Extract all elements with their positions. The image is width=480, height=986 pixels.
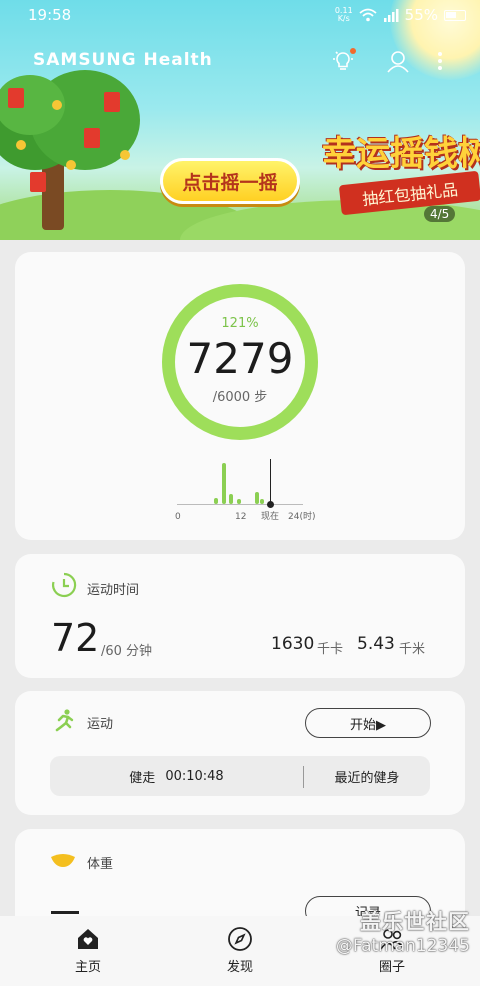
steps-percent: 121% [221, 316, 259, 331]
red-envelope-icon [84, 128, 100, 148]
scale-icon [51, 854, 75, 867]
last-workout-summary[interactable]: 健走 00:10:48 [50, 756, 303, 796]
watermark: 盖乐世社区 @Fatman12345 [300, 906, 470, 956]
hourly-step-bar [221, 463, 226, 504]
battery-percent: 55% [404, 6, 438, 24]
nav-item-home[interactable]: 主页 [38, 926, 138, 982]
promo-banner[interactable]: 点击摇一摇 幸运摇钱树 抽红包抽礼品 4/5 19:58 0.11 K/s 55… [0, 0, 480, 240]
hourly-steps-chart: 0 12 现在 24(时) [175, 452, 325, 532]
red-envelope-icon [30, 172, 46, 192]
last-workout-duration: 00:10:48 [165, 768, 224, 784]
workout-label: 运动 [87, 717, 114, 732]
now-marker-line [270, 459, 271, 505]
exercise-goal: /60 分钟 [101, 644, 153, 659]
calories-unit: 千卡 [317, 642, 344, 657]
hourly-step-bar [229, 494, 234, 504]
status-icons: 0.11 K/s 55% [335, 6, 466, 24]
notification-dot [350, 48, 356, 54]
exercise-time-card[interactable]: 运动时间 72 /60 分钟 1630 千卡 5.43 千米 [15, 554, 465, 678]
hourly-step-bar [213, 498, 218, 504]
last-workout-activity: 健走 [129, 770, 156, 786]
hourly-step-bar [255, 492, 260, 504]
clock-icon [51, 572, 77, 598]
network-speed-unit: K/s [337, 14, 350, 23]
tick-label-end: 24(时) [288, 512, 316, 522]
weight-label: 体重 [87, 857, 114, 872]
exercise-time-label: 运动时间 [87, 583, 140, 598]
calories-value: 1630 [271, 634, 315, 654]
wifi-icon [359, 8, 377, 22]
status-bar: 19:58 0.11 K/s 55% [0, 0, 480, 30]
weight-value-placeholder [51, 911, 79, 915]
coin-icon [66, 160, 76, 170]
shake-button[interactable]: 点击摇一摇 [160, 158, 300, 204]
coin-icon [120, 150, 130, 160]
tick-label-now: 现在 [261, 512, 280, 522]
promo-title: 幸运摇钱树 [322, 134, 480, 174]
distance-unit: 千米 [399, 642, 426, 657]
more-options-icon[interactable] [432, 48, 448, 74]
nav-label-home: 主页 [74, 960, 101, 975]
signal-icon [383, 9, 399, 22]
watermark-community: 盖乐世社区 [360, 910, 470, 934]
distance-value: 5.43 [357, 634, 395, 654]
coin-icon [16, 140, 26, 150]
battery-icon [444, 9, 466, 21]
nav-label-together: 圈子 [378, 960, 405, 975]
nav-label-discover: 发现 [226, 960, 253, 975]
recent-workouts-link[interactable]: 最近的健身 [304, 756, 430, 796]
recent-workout-bar: 健走 00:10:48 最近的健身 [50, 756, 430, 796]
chart-baseline [177, 504, 303, 505]
steps-count: 7279 [186, 334, 294, 383]
start-workout-button[interactable]: 开始▶ [305, 708, 431, 738]
compass-icon [228, 927, 252, 951]
profile-icon[interactable] [385, 48, 411, 74]
tick-label-mid: 12 [235, 512, 247, 522]
red-envelope-icon [8, 88, 24, 108]
home-heart-icon [78, 929, 98, 949]
tick-label-start: 0 [175, 512, 181, 522]
watermark-user: @Fatman12345 [335, 936, 470, 956]
steps-card[interactable]: 121% 7279 /6000 步 0 12 现在 24(时) [15, 252, 465, 540]
red-envelope-icon [104, 92, 120, 112]
app-logo: SAMSUNG Health [33, 50, 213, 70]
banner-page-indicator: 4/5 [424, 206, 456, 222]
workout-card[interactable]: 运动 开始▶ 健走 00:10:48 最近的健身 [15, 691, 465, 815]
network-speed: 0.11 K/s [335, 7, 353, 23]
exercise-minutes: 72 [51, 616, 100, 660]
status-time: 19:58 [28, 6, 72, 24]
coin-icon [52, 100, 62, 110]
steps-goal: /6000 步 [212, 390, 268, 405]
nav-item-discover[interactable]: 发现 [190, 926, 290, 982]
running-icon [55, 709, 74, 732]
now-marker-dot [267, 501, 274, 508]
hourly-step-bar [237, 499, 241, 504]
tips-lightbulb-icon[interactable] [330, 48, 356, 74]
